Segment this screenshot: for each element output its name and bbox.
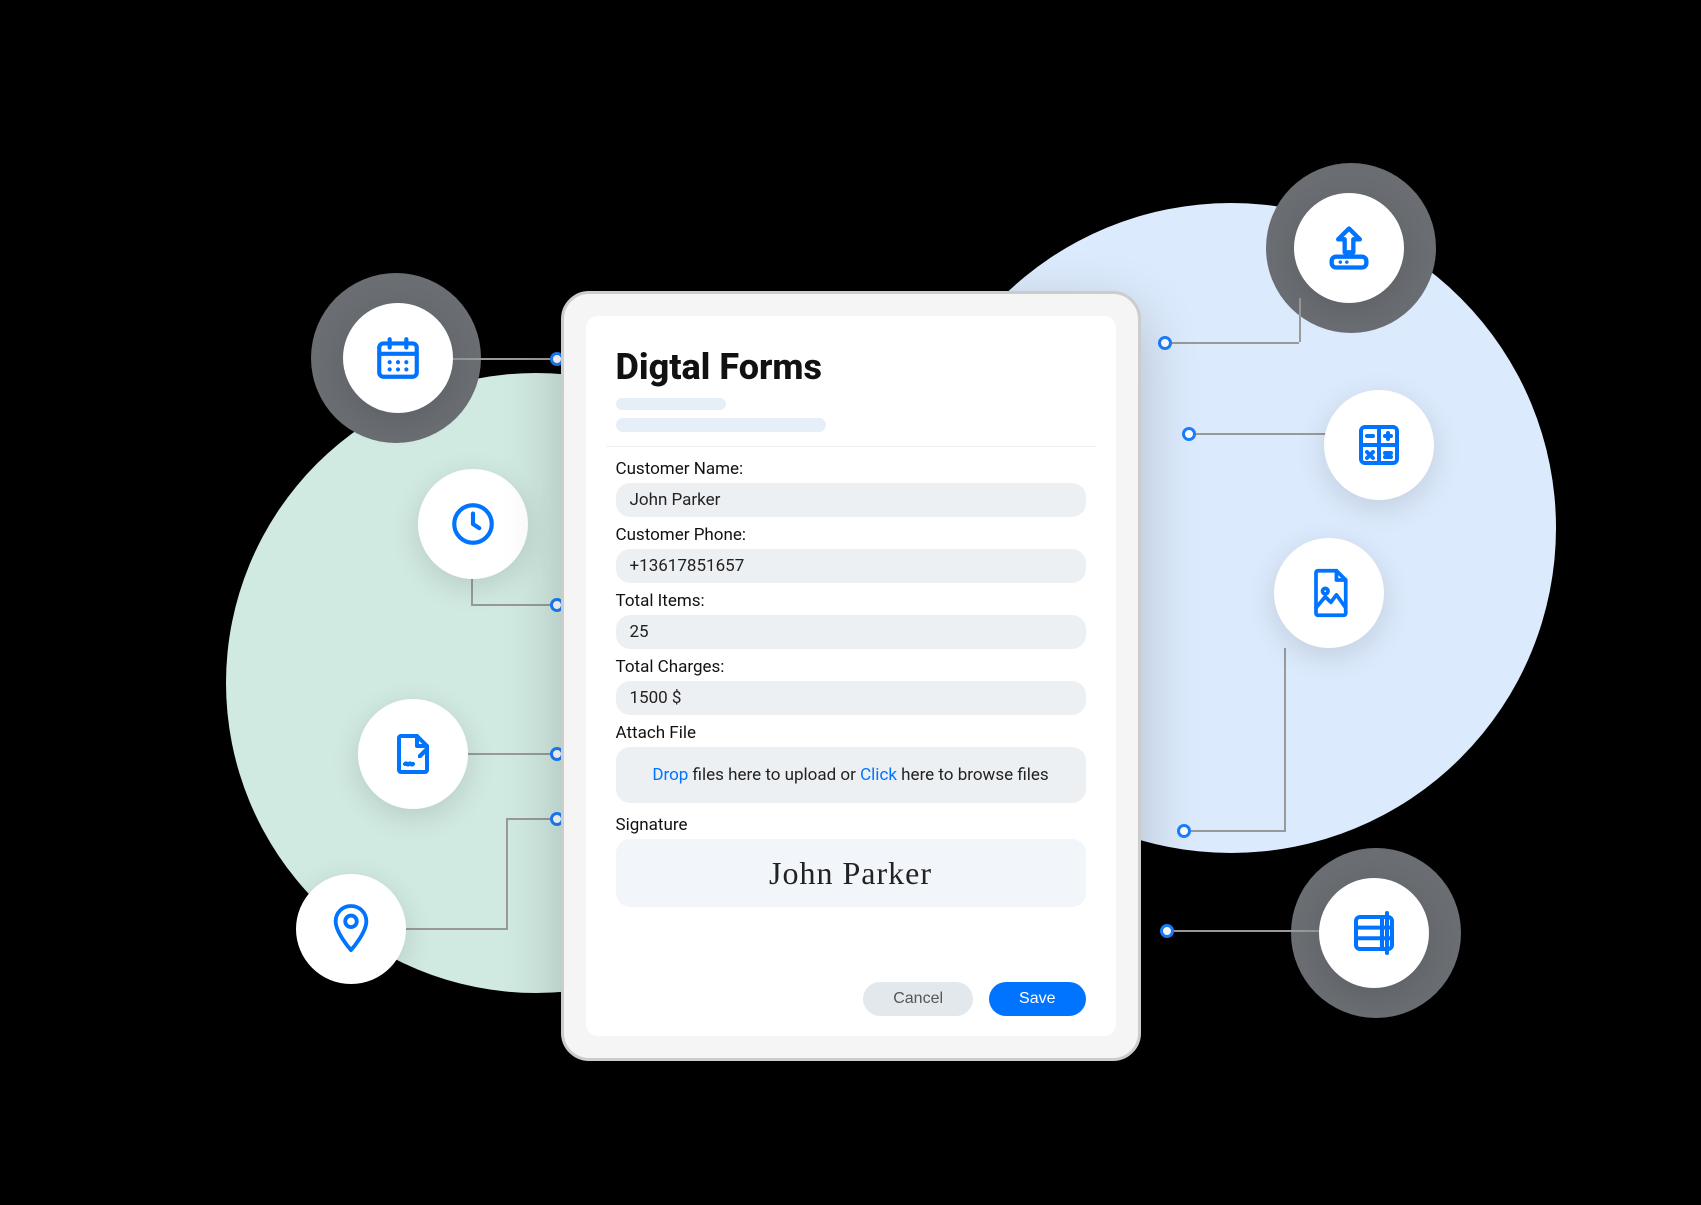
- total-items-label: Total Items:: [616, 591, 1086, 611]
- page-title: Digtal Forms: [616, 346, 1086, 388]
- dropzone-click-word: Click: [860, 765, 897, 785]
- dropzone-text-end: here to browse files: [897, 765, 1049, 785]
- image-file-icon: [1274, 538, 1384, 648]
- connector-line: [1284, 648, 1286, 830]
- connector-line: [453, 358, 553, 360]
- total-charges-label: Total Charges:: [616, 657, 1086, 677]
- total-items-input[interactable]: [616, 615, 1086, 649]
- calculator-icon: [1324, 390, 1434, 500]
- save-button[interactable]: Save: [989, 982, 1085, 1016]
- connector-line: [471, 604, 554, 606]
- cancel-button[interactable]: Cancel: [863, 982, 973, 1016]
- total-charges-input[interactable]: [616, 681, 1086, 715]
- skeleton-line: [616, 398, 726, 410]
- connector-line: [1188, 433, 1334, 435]
- connector-line: [1299, 298, 1301, 342]
- customer-name-input[interactable]: [616, 483, 1086, 517]
- attach-file-label: Attach File: [616, 723, 1086, 743]
- location-pin-icon: [296, 874, 406, 984]
- customer-phone-label: Customer Phone:: [616, 525, 1086, 545]
- tablet-device: Digtal Forms Customer Name: Customer Pho…: [561, 291, 1141, 1061]
- calendar-icon: [343, 303, 453, 413]
- customer-phone-input[interactable]: [616, 549, 1086, 583]
- connector-line: [506, 818, 508, 930]
- upload-icon: [1294, 193, 1404, 303]
- connector-line: [468, 753, 554, 755]
- document-sign-icon: [358, 699, 468, 809]
- connector-line: [406, 928, 506, 930]
- connector-line: [1166, 930, 1331, 932]
- skeleton-line: [616, 418, 826, 432]
- form-screen: Digtal Forms Customer Name: Customer Pho…: [586, 316, 1116, 1036]
- signature-value: John Parker: [769, 855, 932, 892]
- signature-label: Signature: [616, 815, 1086, 835]
- connector-dot: [1177, 824, 1191, 838]
- connector-line: [471, 579, 473, 604]
- table-icon: [1319, 878, 1429, 988]
- connector-line: [506, 818, 554, 820]
- clock-icon: [418, 469, 528, 579]
- connector-dot: [1158, 336, 1172, 350]
- connector-line: [1183, 830, 1286, 832]
- file-dropzone[interactable]: Drop files here to upload or Click here …: [616, 747, 1086, 803]
- button-row: Cancel Save: [616, 982, 1086, 1016]
- illustration-stage: Digtal Forms Customer Name: Customer Pho…: [196, 143, 1506, 1063]
- signature-box[interactable]: John Parker: [616, 839, 1086, 907]
- connector-dot: [1160, 924, 1174, 938]
- dropzone-text-mid: files here to upload or: [688, 765, 860, 785]
- dropzone-drop-word: Drop: [652, 765, 688, 785]
- connector-line: [1164, 342, 1299, 344]
- divider: [606, 446, 1096, 447]
- connector-dot: [1182, 427, 1196, 441]
- customer-name-label: Customer Name:: [616, 459, 1086, 479]
